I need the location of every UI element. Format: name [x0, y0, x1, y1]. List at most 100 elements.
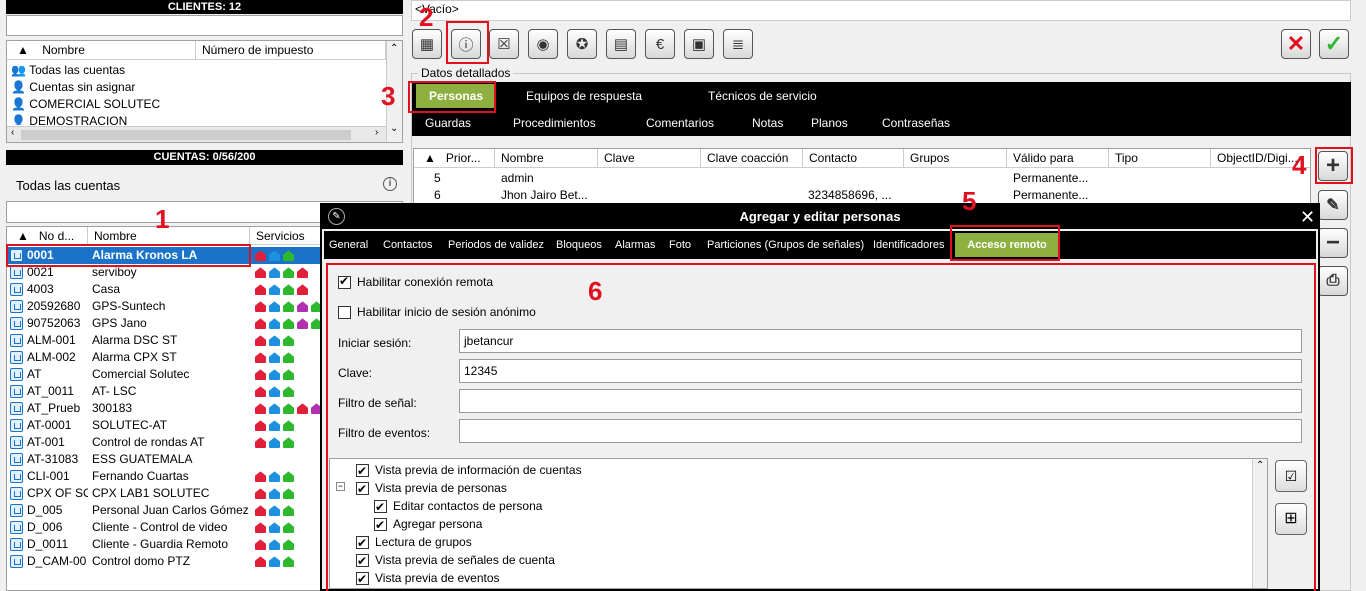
service-icon: [269, 505, 280, 517]
tabs-row-2: Guardas Procedimientos Comentarios Notas…: [412, 110, 1351, 136]
service-icon: [269, 403, 280, 415]
cell-priority: 5: [434, 171, 441, 185]
tab-general[interactable]: General: [329, 231, 368, 259]
accounts-title: CUENTAS: 0/56/200: [6, 150, 403, 165]
persons-col-password[interactable]: Clave: [598, 149, 701, 167]
service-icon: [283, 437, 294, 449]
chevron-up-icon[interactable]: ⌃: [390, 43, 398, 54]
chevron-down-icon[interactable]: ⌄: [390, 123, 398, 134]
home-icon: [10, 453, 23, 467]
scroll-thumb[interactable]: [21, 130, 351, 140]
tab-response-teams[interactable]: Equipos de respuesta: [526, 82, 642, 110]
clients-col-tax[interactable]: Número de impuesto: [196, 41, 386, 59]
badge-icon[interactable]: ✪: [567, 29, 597, 59]
tab-partitions[interactable]: Particiones (Grupos de señales): [707, 231, 864, 259]
user-icon: 👤: [11, 114, 26, 125]
document-icon[interactable]: ▣: [684, 29, 714, 59]
annotation-box-4: [1315, 147, 1353, 184]
list-item[interactable]: 👤 Cuentas sin asignar: [11, 79, 196, 96]
persons-col-name[interactable]: Nombre: [495, 149, 598, 167]
cell-valid: Permanente...: [1013, 171, 1089, 185]
tab-procedures[interactable]: Procedimientos: [513, 110, 596, 136]
table-row[interactable]: 6 Jhon Jairo Bet... 3234858696, ... Perm…: [414, 187, 1310, 204]
persons-col-duress[interactable]: Clave coacción: [701, 149, 803, 167]
list-item[interactable]: 👤 COMERCIAL SOLUTEC: [11, 96, 196, 113]
dialog-tabs: General Contactos Periodos de validez Bl…: [324, 231, 1316, 259]
chevron-left-icon[interactable]: ‹: [11, 127, 14, 138]
cell-account-name: Alarma DSC ST: [92, 333, 178, 347]
tab-notes[interactable]: Notas: [752, 110, 783, 136]
cell-account-no: AT_Prueb: [10, 400, 88, 417]
cell-account-name: SOLUTEC-AT: [92, 418, 168, 432]
home-icon: [10, 538, 23, 552]
service-icon: [255, 335, 266, 347]
annotation-box-3: [408, 81, 496, 113]
clients-list: ▲ Nombre Número de impuesto 👥 Todas las …: [6, 40, 403, 143]
tab-service-technicians[interactable]: Técnicos de servicio: [708, 82, 817, 110]
tab-plans[interactable]: Planos: [811, 110, 848, 136]
users-icon: 👥: [11, 63, 26, 77]
remove-icon[interactable]: −: [1318, 228, 1348, 258]
service-icon: [297, 267, 308, 279]
service-icon: [283, 420, 294, 432]
signal-icon[interactable]: ◉: [528, 29, 558, 59]
cell-account-name: CPX LAB1 SOLUTEC: [92, 486, 210, 500]
cell-account-no: CLI-001: [10, 468, 88, 485]
tab-passwords[interactable]: Contraseñas: [882, 110, 950, 136]
home-icon: [10, 521, 23, 535]
persons-table: ▲ Prior... Nombre Clave Clave coacción C…: [413, 148, 1311, 208]
cell-services: [255, 417, 297, 434]
cancel-icon[interactable]: ✕: [1281, 29, 1311, 59]
service-icon: [283, 318, 294, 330]
service-icon: [269, 437, 280, 449]
persons-col-contact[interactable]: Contacto: [803, 149, 904, 167]
list-item[interactable]: 👥 Todas las cuentas: [11, 62, 196, 79]
clients-search-input[interactable]: [6, 15, 403, 36]
report-icon[interactable]: ≣: [723, 29, 753, 59]
empty-field[interactable]: <Vacío>: [411, 0, 1351, 21]
tab-locks[interactable]: Bloqueos: [556, 231, 602, 259]
tab-photo[interactable]: Foto: [669, 231, 691, 259]
service-icon: [297, 301, 308, 313]
accounts-col-no[interactable]: ▲ No d...: [7, 227, 88, 245]
annotation-5: 5: [962, 186, 977, 216]
persons-col-valid[interactable]: Válido para: [1007, 149, 1109, 167]
close-icon[interactable]: ✕: [1300, 206, 1315, 228]
cell-account-name: Cliente - Control de video: [92, 520, 228, 534]
tab-validity-periods[interactable]: Periodos de validez: [448, 231, 544, 259]
chevron-right-icon[interactable]: ›: [375, 127, 378, 138]
service-icon: [297, 403, 308, 415]
list-item[interactable]: 👤 DEMOSTRACION: [11, 113, 196, 125]
clients-hscrollbar[interactable]: ‹ ›: [7, 126, 386, 142]
service-icon: [283, 505, 294, 517]
annotation-box-6: [326, 263, 1316, 591]
clients-col-name[interactable]: ▲ Nombre: [7, 41, 196, 59]
checklist-icon[interactable]: ☒: [489, 29, 519, 59]
info-icon[interactable]: i: [383, 177, 397, 191]
persons-col-groups[interactable]: Grupos: [904, 149, 1007, 167]
tab-alarms[interactable]: Alarmas: [615, 231, 655, 259]
persons-col-priority[interactable]: ▲ Prior...: [414, 149, 495, 167]
confirm-icon[interactable]: ✓: [1319, 29, 1349, 59]
home-icon: [10, 470, 23, 484]
cell-services: [255, 553, 297, 570]
service-icon: [269, 488, 280, 500]
cell-account-no: AT-31083: [10, 451, 88, 468]
tab-guards[interactable]: Guardas: [425, 110, 471, 136]
tab-comments[interactable]: Comentarios: [646, 110, 714, 136]
invoice-icon[interactable]: €: [645, 29, 675, 59]
map-icon[interactable]: ▦: [412, 29, 442, 59]
persons-col-type[interactable]: Tipo: [1109, 149, 1211, 167]
service-icon: [269, 369, 280, 381]
table-row[interactable]: 5 admin Permanente...: [414, 170, 1310, 187]
tab-identifiers[interactable]: Identificadores: [873, 231, 945, 259]
home-icon: [10, 487, 23, 501]
cell-services: [255, 366, 297, 383]
print-icon[interactable]: ⎙: [1318, 266, 1348, 296]
annotation-3: 3: [381, 81, 396, 111]
tab-contacts[interactable]: Contactos: [383, 231, 433, 259]
schedule-icon[interactable]: ▤: [606, 29, 636, 59]
cell-account-no: D_006: [10, 519, 88, 536]
edit-icon[interactable]: ✎: [1318, 190, 1348, 220]
tabs-row-1: Personas Equipos de respuesta Técnicos d…: [412, 82, 1351, 110]
